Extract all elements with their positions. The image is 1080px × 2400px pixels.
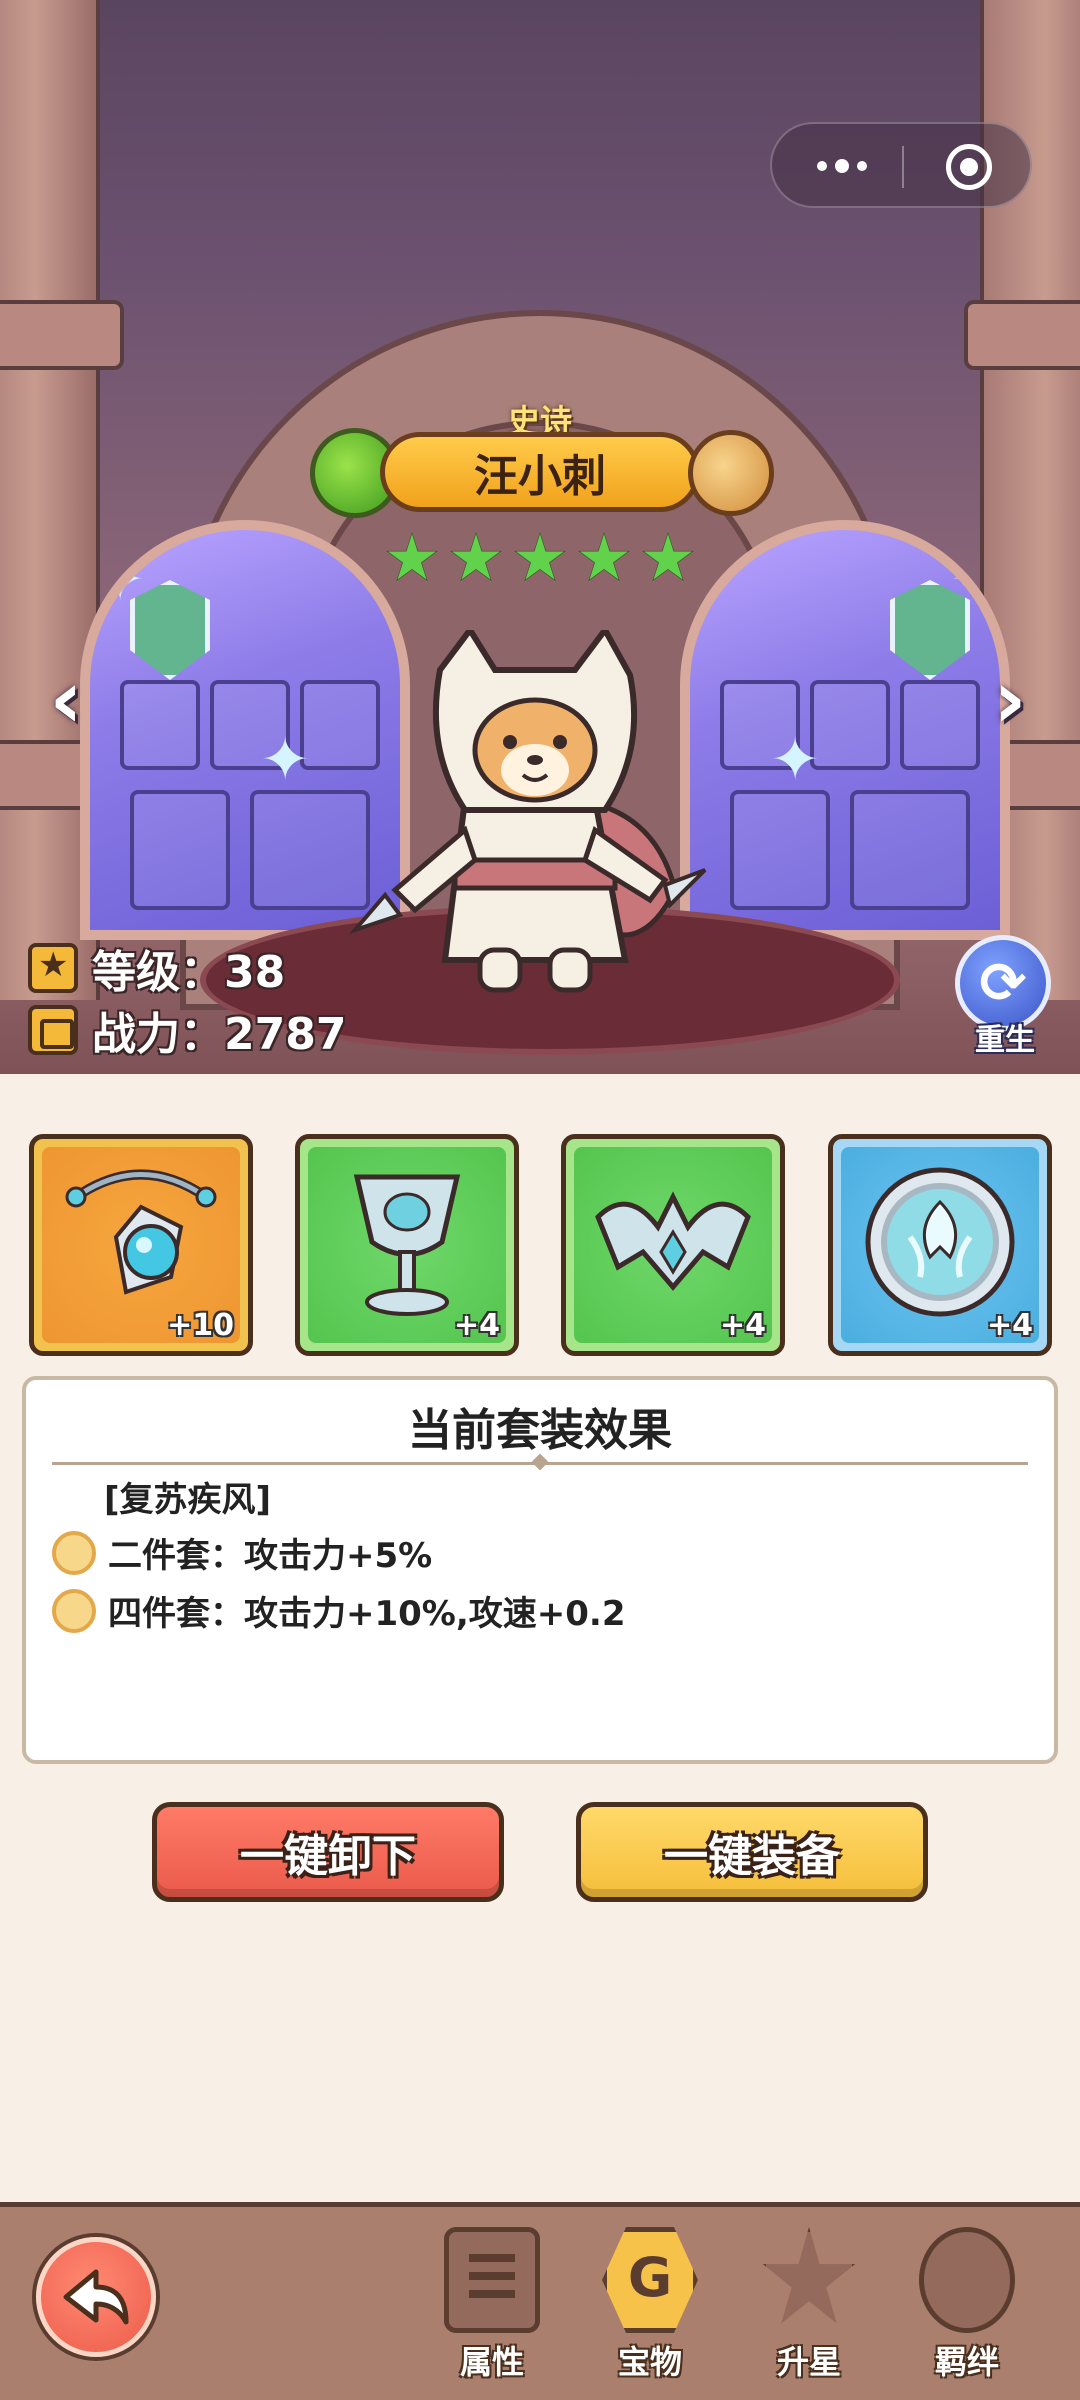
- equipment-level: +4: [986, 1308, 1033, 1343]
- star-icon: [386, 532, 438, 582]
- share-icon[interactable]: [688, 430, 774, 516]
- level-star-icon: [28, 943, 78, 993]
- star-up-icon: [762, 2227, 856, 2324]
- set-effect-panel: 当前套装效果 [复苏疾风] 二件套：攻击力+5% 四件套：攻击力+10%,攻速+…: [22, 1376, 1058, 1764]
- equip-all-button[interactable]: 一键装备: [576, 1802, 928, 1902]
- capsule-divider: [902, 146, 904, 188]
- power-text: 战力：2787: [92, 1009, 347, 1060]
- bond-icon: [919, 2227, 1015, 2333]
- star-icon: [578, 532, 630, 582]
- hero-name-plate: 汪小刺: [380, 432, 700, 512]
- sparkle-icon: ✦: [260, 725, 311, 795]
- previous-hero-arrow-icon[interactable]: ‹: [36, 660, 96, 740]
- medallion-icon: [865, 1167, 1015, 1317]
- chalice-icon: [353, 1174, 461, 1316]
- tab-label: 羁绊: [934, 2343, 999, 2381]
- sparkle-icon: ✦: [770, 725, 821, 795]
- hero-scene: ✦ ✦ ✦ ✦ 史诗 汪小刺 ‹ › ★ 等级：38 战力：2787 ⟳ 重生: [0, 0, 1080, 1074]
- tab-attributes[interactable]: 属性: [427, 2227, 557, 2397]
- crown-icon: [595, 1191, 751, 1291]
- set-name: [复苏疾风]: [104, 1480, 272, 1520]
- treasure-icon: [602, 2227, 698, 2333]
- tab-star-up[interactable]: 升星: [744, 2227, 874, 2397]
- star-icon: [514, 532, 566, 582]
- star-rating: [385, 532, 695, 592]
- equipment-slot-medallion[interactable]: +4: [828, 1134, 1052, 1356]
- hero-character[interactable]: [345, 630, 725, 1010]
- set-effect-title: 当前套装效果: [408, 1405, 672, 1456]
- title-divider: [52, 1462, 1028, 1465]
- hero-name: 汪小刺: [474, 451, 606, 502]
- rebirth-button[interactable]: ⟳ 重生: [955, 935, 1055, 1058]
- tab-bond[interactable]: 羁绊: [902, 2227, 1032, 2397]
- sparkle-icon: ✦: [950, 545, 1001, 615]
- pillar-cap: [0, 300, 124, 370]
- stained-glass-window-right: ✦ ✦: [680, 520, 1010, 940]
- set-effect-row: 二件套：攻击力+5%: [52, 1528, 432, 1577]
- power-stat: 战力：2787: [28, 998, 346, 1062]
- power-icon: [28, 1005, 78, 1055]
- bottom-nav: 属性 宝物 升星 羁绊: [0, 2202, 1080, 2400]
- level-stat: 等级：38: [28, 936, 285, 1000]
- set-effect-text: 四件套：攻击力+10%,攻速+0.2: [108, 1594, 626, 1634]
- tab-label: 升星: [776, 2343, 841, 2381]
- more-options-icon[interactable]: [802, 144, 882, 188]
- pillar-cap: [964, 300, 1080, 370]
- tab-label: 宝物: [617, 2343, 682, 2381]
- miniprogram-capsule: [770, 122, 1032, 208]
- close-miniprogram-icon[interactable]: [946, 144, 992, 190]
- attributes-icon: [444, 2227, 540, 2333]
- necklace-icon: [65, 1169, 217, 1295]
- equipment-slot-necklace[interactable]: +10: [29, 1134, 253, 1356]
- sparkle-icon: ✦: [95, 545, 146, 615]
- star-icon: [450, 532, 502, 582]
- equipment-level: +4: [453, 1308, 500, 1343]
- level-text: 等级：38: [92, 947, 286, 998]
- next-hero-arrow-icon[interactable]: ›: [980, 660, 1040, 740]
- equipment-level: +4: [719, 1308, 766, 1343]
- tab-treasure[interactable]: 宝物: [585, 2227, 715, 2397]
- equipment-slot-crown[interactable]: +4: [561, 1134, 785, 1356]
- equipment-slot-chalice[interactable]: +4: [295, 1134, 519, 1356]
- equipment-level: +10: [167, 1308, 234, 1343]
- back-button[interactable]: [36, 2237, 156, 2357]
- rebirth-label: 重生: [975, 1023, 1035, 1058]
- back-arrow-icon: [63, 2269, 129, 2325]
- star-icon: [642, 532, 694, 582]
- unequip-all-button[interactable]: 一键卸下: [152, 1802, 504, 1902]
- set-effect-row: 四件套：攻击力+10%,攻速+0.2: [52, 1586, 626, 1635]
- inactive-bullet-icon: [52, 1588, 96, 1633]
- tab-label: 属性: [459, 2343, 524, 2381]
- set-effect-text: 二件套：攻击力+5%: [108, 1536, 433, 1576]
- inactive-bullet-icon: [52, 1530, 96, 1575]
